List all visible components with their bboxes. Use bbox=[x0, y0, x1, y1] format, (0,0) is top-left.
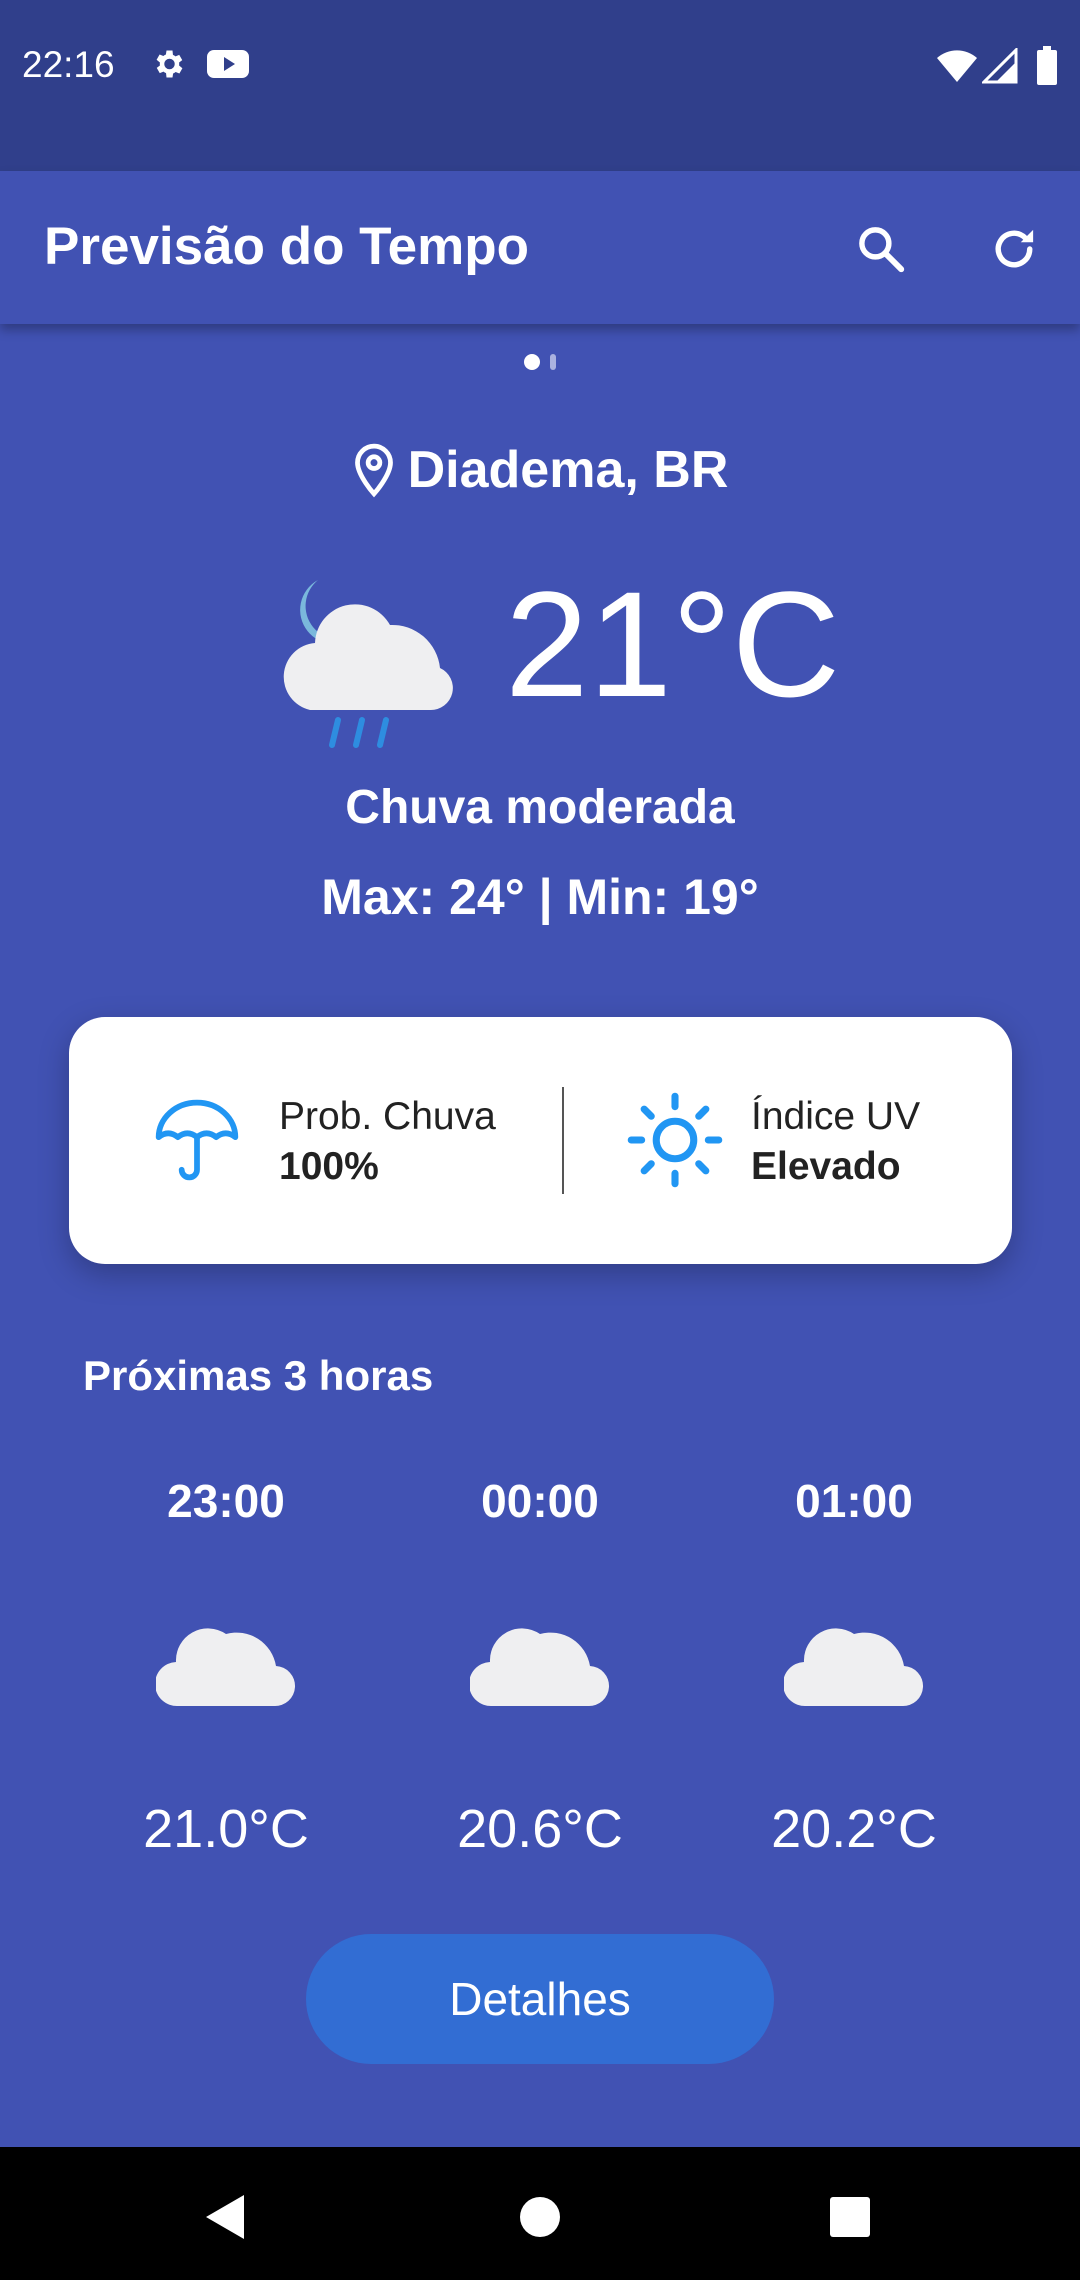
uv-index-label: Índice UV bbox=[751, 1095, 921, 1138]
details-button[interactable]: Detalhes bbox=[306, 1934, 774, 2064]
sun-icon bbox=[627, 1092, 723, 1188]
forecast-temperature: 21.0°C bbox=[143, 1799, 309, 1859]
youtube-icon bbox=[206, 46, 250, 87]
status-time: 22:16 bbox=[22, 44, 115, 85]
location-name: Diadema, BR bbox=[407, 441, 729, 499]
wifi-icon bbox=[936, 48, 978, 89]
location-pin-icon bbox=[354, 443, 393, 498]
forecast-temperature: 20.2°C bbox=[771, 1799, 937, 1859]
settings-icon bbox=[150, 46, 186, 87]
forecast-time: 00:00 bbox=[481, 1475, 599, 1527]
back-icon bbox=[206, 2195, 244, 2239]
refresh-icon bbox=[995, 229, 1034, 268]
forecast-time: 23:00 bbox=[167, 1475, 285, 1527]
page-indicator bbox=[0, 352, 1080, 372]
info-card: Prob. Chuva 100% Índice UV Elevado bbox=[69, 1017, 1012, 1264]
recents-button[interactable] bbox=[820, 2187, 880, 2247]
location: Diadema, BR bbox=[0, 440, 1080, 500]
current-weather: 21°C bbox=[0, 560, 1080, 750]
forecast-title: Próximas 3 horas bbox=[83, 1352, 434, 1399]
card-divider bbox=[562, 1087, 564, 1194]
navigation-bar bbox=[0, 2147, 1080, 2280]
search-button[interactable] bbox=[841, 209, 921, 289]
current-temperature: 21°C bbox=[505, 560, 841, 728]
page-dot-active bbox=[524, 354, 540, 370]
home-icon bbox=[520, 2197, 560, 2237]
uv-index-value: Elevado bbox=[751, 1145, 901, 1188]
cloud-icon bbox=[784, 1628, 924, 1707]
rain-probability-label: Prob. Chuva bbox=[279, 1095, 496, 1138]
page-dot-inactive bbox=[550, 354, 556, 370]
app-bar: Previsão do Tempo bbox=[0, 171, 1080, 324]
cloud-icon bbox=[470, 1628, 610, 1707]
home-button[interactable] bbox=[510, 2187, 570, 2247]
refresh-button[interactable] bbox=[974, 209, 1054, 289]
forecast-time: 01:00 bbox=[795, 1475, 913, 1527]
recents-icon bbox=[830, 2197, 870, 2237]
cloud-rain-night-icon bbox=[283, 580, 453, 748]
battery-icon bbox=[1036, 46, 1058, 91]
signal-icon bbox=[980, 46, 1018, 89]
status-bar: 22:16 bbox=[0, 0, 1080, 171]
search-icon bbox=[859, 227, 905, 273]
max-min-temperature: Max: 24° | Min: 19° bbox=[321, 869, 759, 925]
app-title: Previsão do Tempo bbox=[44, 217, 529, 276]
umbrella-icon bbox=[155, 1099, 239, 1181]
cloud-icon bbox=[156, 1628, 296, 1707]
back-button[interactable] bbox=[196, 2187, 256, 2247]
forecast-temperature: 20.6°C bbox=[457, 1799, 623, 1859]
weather-condition: Chuva moderada bbox=[345, 781, 735, 834]
rain-probability-value: 100% bbox=[279, 1145, 379, 1188]
